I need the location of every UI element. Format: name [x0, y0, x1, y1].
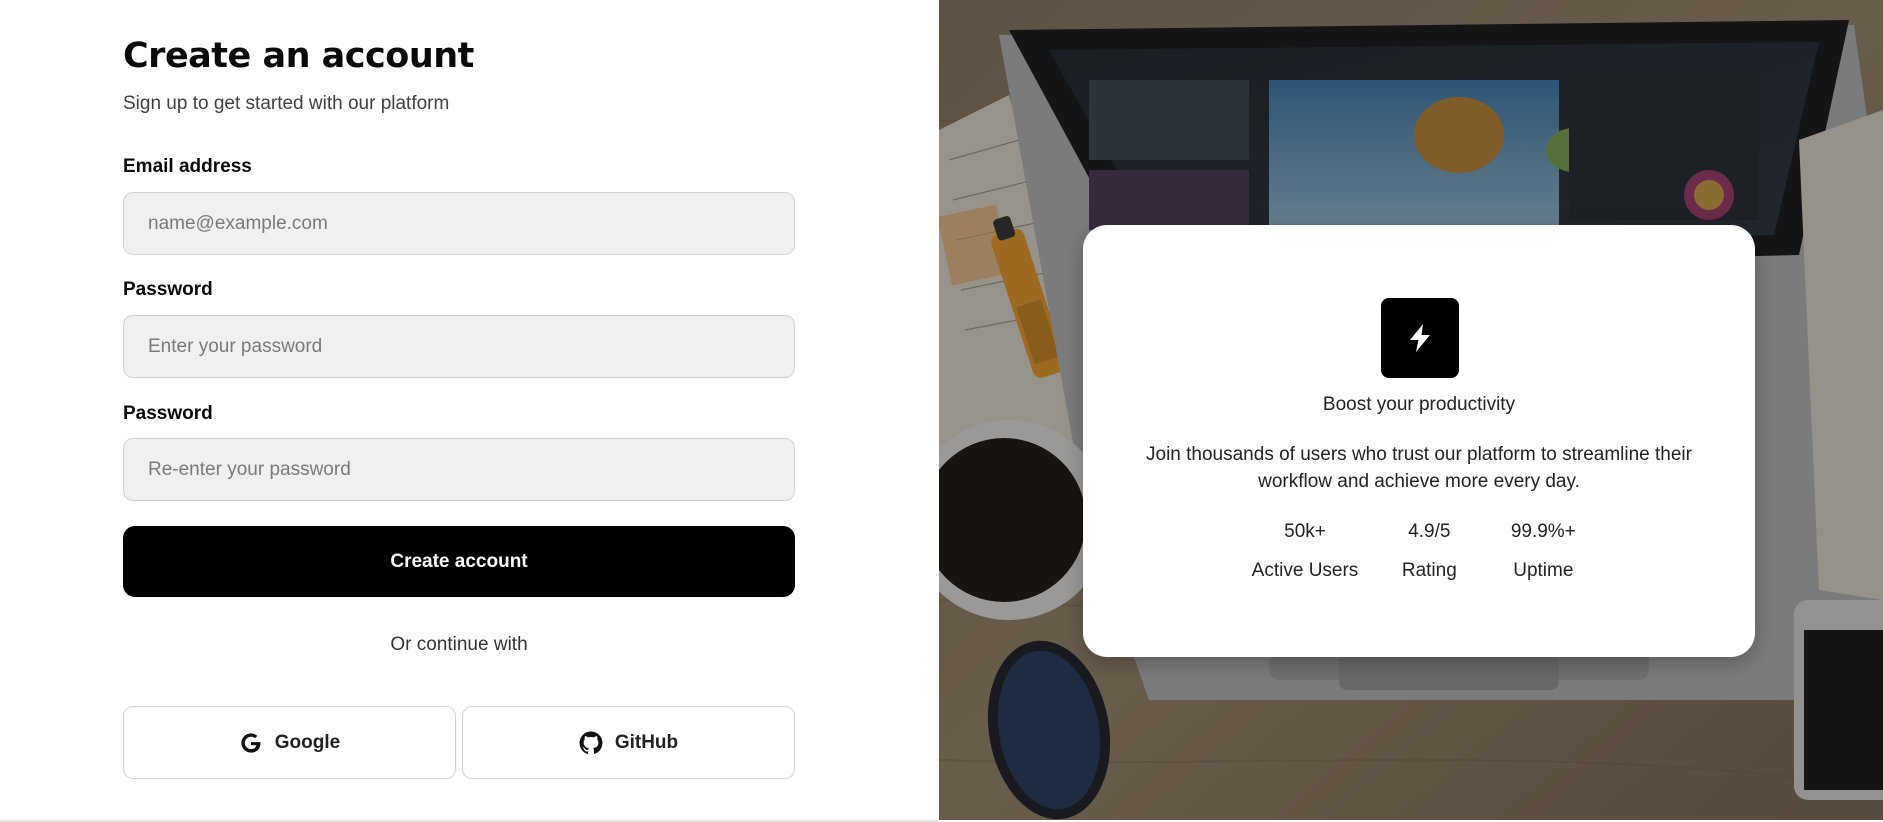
google-label: Google: [274, 731, 341, 753]
confirm-password-group: Password: [123, 402, 213, 426]
promo-panel: Boost your productivity Join thousands o…: [939, 0, 1883, 820]
promo-heading: Boost your productivity: [1322, 394, 1516, 415]
page-subtitle: Sign up to get started with our platform: [123, 93, 450, 114]
stat-value: 50k+: [1284, 521, 1326, 542]
promo-card: Boost your productivity Join thousands o…: [1083, 225, 1755, 657]
signup-page: Create an account Sign up to get started…: [0, 0, 1883, 822]
github-label: GitHub: [614, 731, 679, 753]
email-field[interactable]: [123, 192, 795, 255]
stat-uptime: 99.9%+ Uptime: [1500, 520, 1586, 583]
social-divider-text: Or continue with: [390, 634, 528, 655]
confirm-password-field[interactable]: [123, 438, 795, 501]
stat-active-users: 50k+ Active Users: [1252, 520, 1359, 583]
password-group: Password: [123, 278, 213, 302]
stat-value: 4.9/5: [1408, 521, 1451, 542]
stats-row: 50k+ Active Users 4.9/5 Rating 99.9%+ Up…: [1083, 520, 1755, 583]
password-field[interactable]: [123, 315, 795, 378]
stat-label: Rating: [1401, 560, 1457, 581]
email-group: Email address: [123, 155, 252, 179]
bolt-glyph: [1410, 324, 1430, 352]
page-title: Create an account: [123, 36, 474, 76]
google-icon: [241, 732, 261, 753]
stat-label: Active Users: [1251, 560, 1359, 581]
create-account-button[interactable]: Create account: [123, 526, 795, 597]
promo-description: Join thousands of users who trust our pl…: [1146, 444, 1692, 492]
github-signin-button[interactable]: GitHub: [462, 706, 795, 779]
stat-value: 99.9%+: [1510, 521, 1576, 542]
signup-form: Create an account Sign up to get started…: [123, 32, 795, 501]
google-signin-button[interactable]: Google: [123, 706, 456, 779]
password-label: Password: [123, 279, 213, 300]
signup-panel: Create an account Sign up to get started…: [0, 0, 939, 822]
github-icon: [579, 731, 603, 754]
stat-label: Uptime: [1513, 560, 1574, 581]
email-label: Email address: [123, 156, 252, 177]
lightning-bolt-icon: [1381, 298, 1459, 378]
stat-rating: 4.9/5 Rating: [1386, 520, 1472, 583]
confirm-password-label: Password: [123, 403, 213, 424]
